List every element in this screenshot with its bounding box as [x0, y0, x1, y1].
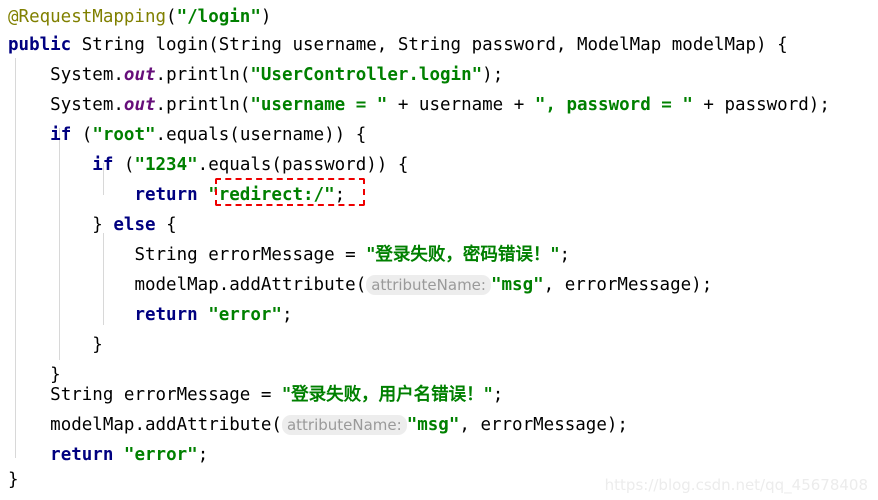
- system-qualifier: System.: [50, 65, 124, 85]
- line-tail: , errorMessage);: [459, 415, 628, 435]
- string-error: "error": [208, 305, 282, 325]
- mapping-path-string: "/login": [176, 7, 261, 27]
- keyword-if: if: [50, 125, 72, 145]
- keyword-return: return: [134, 305, 198, 325]
- string-redirect: "redirect:/": [208, 185, 335, 205]
- paren-open: (: [71, 125, 93, 145]
- add-attribute-call: modelMap.addAttribute(: [134, 275, 367, 295]
- log-string-username: "username = ": [250, 95, 388, 115]
- keyword-else: else: [113, 215, 156, 235]
- keyword-return: return: [50, 445, 114, 465]
- string-password-error: "登录失败，密码错误！": [366, 245, 560, 265]
- string-root: "root": [92, 125, 156, 145]
- line-tail: ;: [492, 385, 504, 405]
- method-signature: login(String username, String password, …: [155, 35, 788, 55]
- declaration-error-message: String errorMessage =: [134, 245, 367, 265]
- brace-close: }: [92, 215, 114, 235]
- param-hint-attribute-name: attributeName:: [281, 415, 407, 435]
- watermark-text: https://blog.csdn.net/qq_45678408: [604, 476, 868, 494]
- return-type: String: [71, 35, 156, 55]
- add-attribute-call: modelMap.addAttribute(: [50, 415, 282, 435]
- code-editor[interactable]: @RequestMapping("/login") public String …: [0, 0, 878, 500]
- keyword-return: return: [134, 185, 198, 205]
- string-1234: "1234": [134, 155, 198, 175]
- string-username-error: "登录失败，用户名错误！": [281, 385, 493, 405]
- static-field-out: out: [123, 95, 156, 115]
- string-error: "error": [123, 445, 198, 465]
- static-field-out: out: [123, 65, 156, 85]
- concat-mid: + username +: [387, 95, 535, 115]
- paren-open: (: [113, 155, 135, 175]
- log-string-password: ", password = ": [534, 95, 693, 115]
- keyword-if: if: [92, 155, 114, 175]
- line-tail: ;: [334, 185, 346, 205]
- line-tail: ;: [281, 305, 293, 325]
- brace-close: }: [92, 335, 103, 355]
- code-line-17[interactable]: }: [8, 463, 19, 498]
- line-tail: + password);: [692, 95, 830, 115]
- line-tail: ;: [197, 445, 209, 465]
- declaration-error-message: String errorMessage =: [50, 385, 282, 405]
- paren-close: ): [260, 7, 272, 27]
- brace-open: {: [155, 215, 177, 235]
- code-line-16[interactable]: return "error";: [8, 438, 208, 473]
- line-tail: , errorMessage);: [543, 275, 713, 295]
- line-tail: );: [482, 65, 504, 85]
- brace-close-method: }: [8, 470, 19, 490]
- equals-call: .equals(password)) {: [197, 155, 409, 175]
- line-tail: ;: [559, 245, 571, 265]
- keyword-public: public: [8, 35, 72, 55]
- paren-open: (: [166, 7, 177, 27]
- string-msg: "msg": [490, 275, 544, 295]
- println-call: .println(: [155, 95, 251, 115]
- annotation-request-mapping: @RequestMapping: [8, 7, 167, 27]
- system-qualifier: System.: [50, 95, 124, 115]
- log-string-1: "UserController.login": [250, 65, 483, 85]
- string-msg: "msg": [406, 415, 460, 435]
- param-hint-attribute-name: attributeName:: [366, 275, 491, 295]
- equals-call: .equals(username)) {: [155, 125, 367, 145]
- println-call: .println(: [155, 65, 251, 85]
